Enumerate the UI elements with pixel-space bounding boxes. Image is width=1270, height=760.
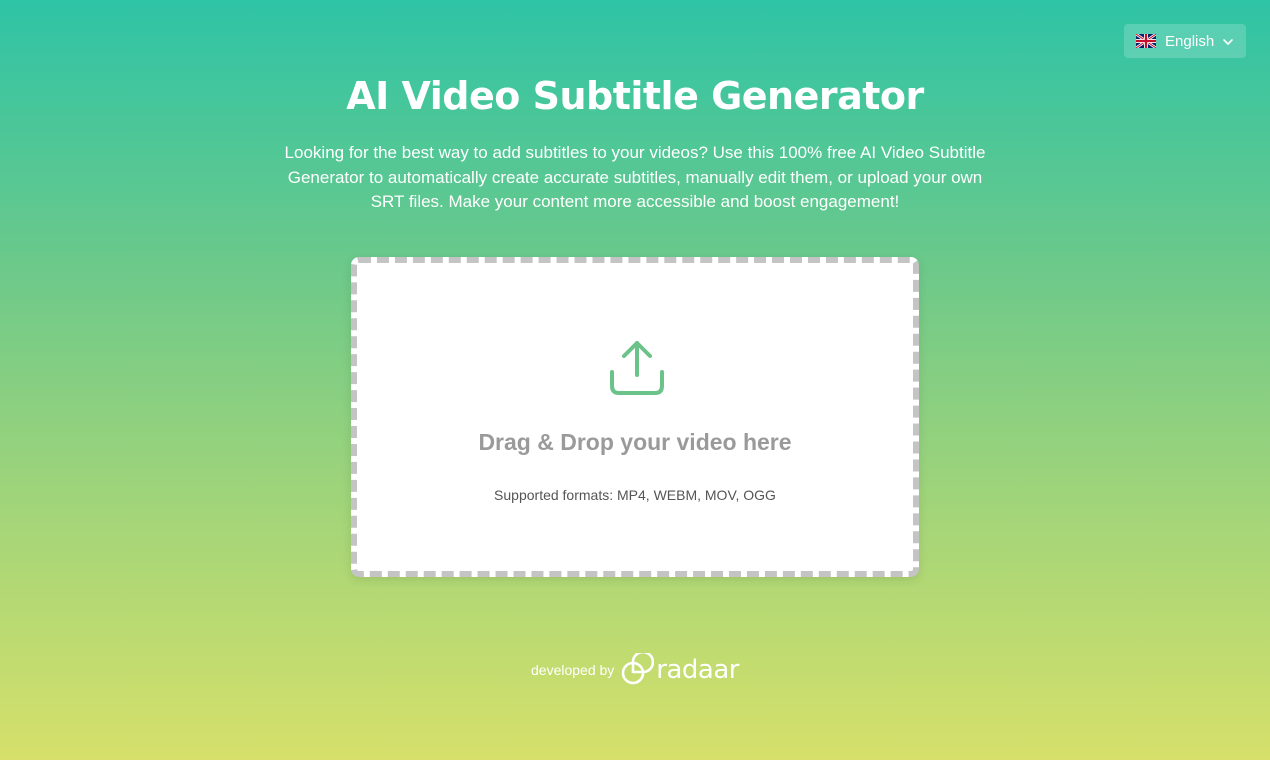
footer: developed by radaar <box>0 650 1270 688</box>
dropzone-title: Drag & Drop your video here <box>478 429 792 455</box>
developed-by-label: developed by <box>531 662 615 678</box>
upload-icon <box>607 337 667 397</box>
uk-flag-icon <box>1135 32 1157 50</box>
radaar-logo-icon[interactable] <box>620 650 655 687</box>
intro-description: Looking for the best way to add subtitle… <box>284 143 986 211</box>
video-dropzone[interactable]: Drag & Drop your video here Supported fo… <box>351 257 919 577</box>
brand-name[interactable]: radaar <box>656 655 739 685</box>
chevron-down-icon <box>1222 35 1234 47</box>
language-label: English <box>1165 32 1215 50</box>
page-title: AI Video Subtitle Generator <box>346 74 924 118</box>
supported-formats: Supported formats: MP4, WEBM, MOV, OGG <box>494 487 776 503</box>
language-selector[interactable]: English <box>1124 24 1246 58</box>
